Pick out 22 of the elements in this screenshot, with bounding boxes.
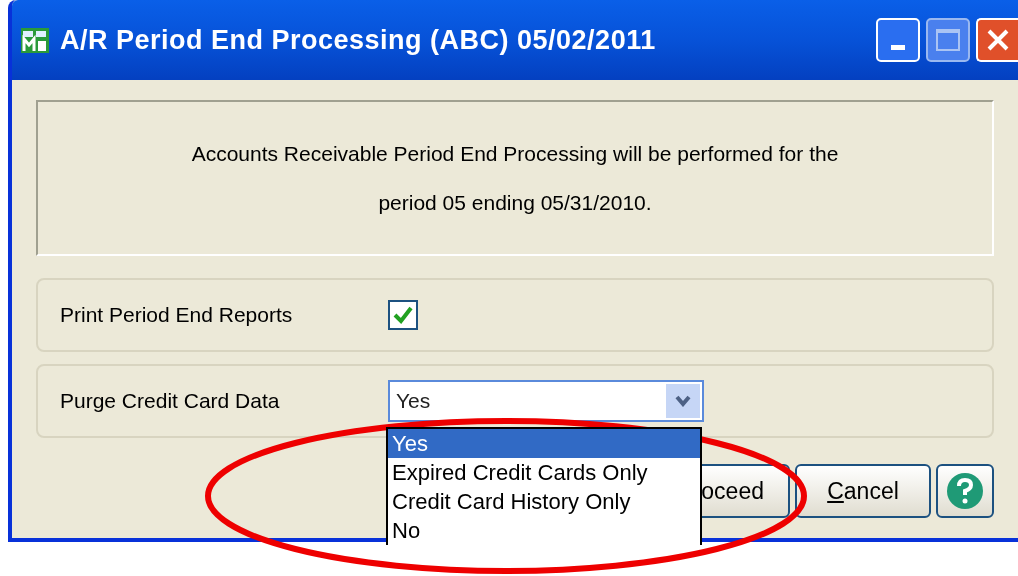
dropdown-option[interactable]: Yes [388, 429, 700, 458]
window-title: A/R Period End Processing (ABC) 05/02/2011 [60, 23, 656, 57]
dropdown-option[interactable]: No [388, 516, 700, 545]
app-icon [20, 25, 50, 55]
help-button[interactable] [936, 464, 994, 518]
checkbox[interactable] [388, 300, 418, 330]
help-icon [946, 472, 984, 510]
message-text: period 05 ending 05/31/2010. [378, 190, 652, 216]
option-label: Purge Credit Card Data [60, 388, 281, 415]
option-label: Print Period End Reports [60, 302, 294, 329]
close-button[interactable] [976, 18, 1018, 62]
message-text: Accounts Receivable Period End Processing will be performed for the [191, 140, 839, 167]
dropdown-value: Yes [396, 388, 431, 415]
dropdown-field[interactable]: Yes [388, 380, 704, 422]
dialog-button[interactable]: Cancel [795, 464, 931, 518]
minimize-button[interactable] [876, 18, 920, 62]
maximize-icon [936, 29, 960, 51]
dropdown-arrow-button[interactable] [666, 384, 700, 418]
close-icon [986, 28, 1010, 52]
check-icon [393, 306, 413, 324]
minimize-icon [891, 45, 905, 50]
chevron-down-icon [675, 395, 691, 407]
